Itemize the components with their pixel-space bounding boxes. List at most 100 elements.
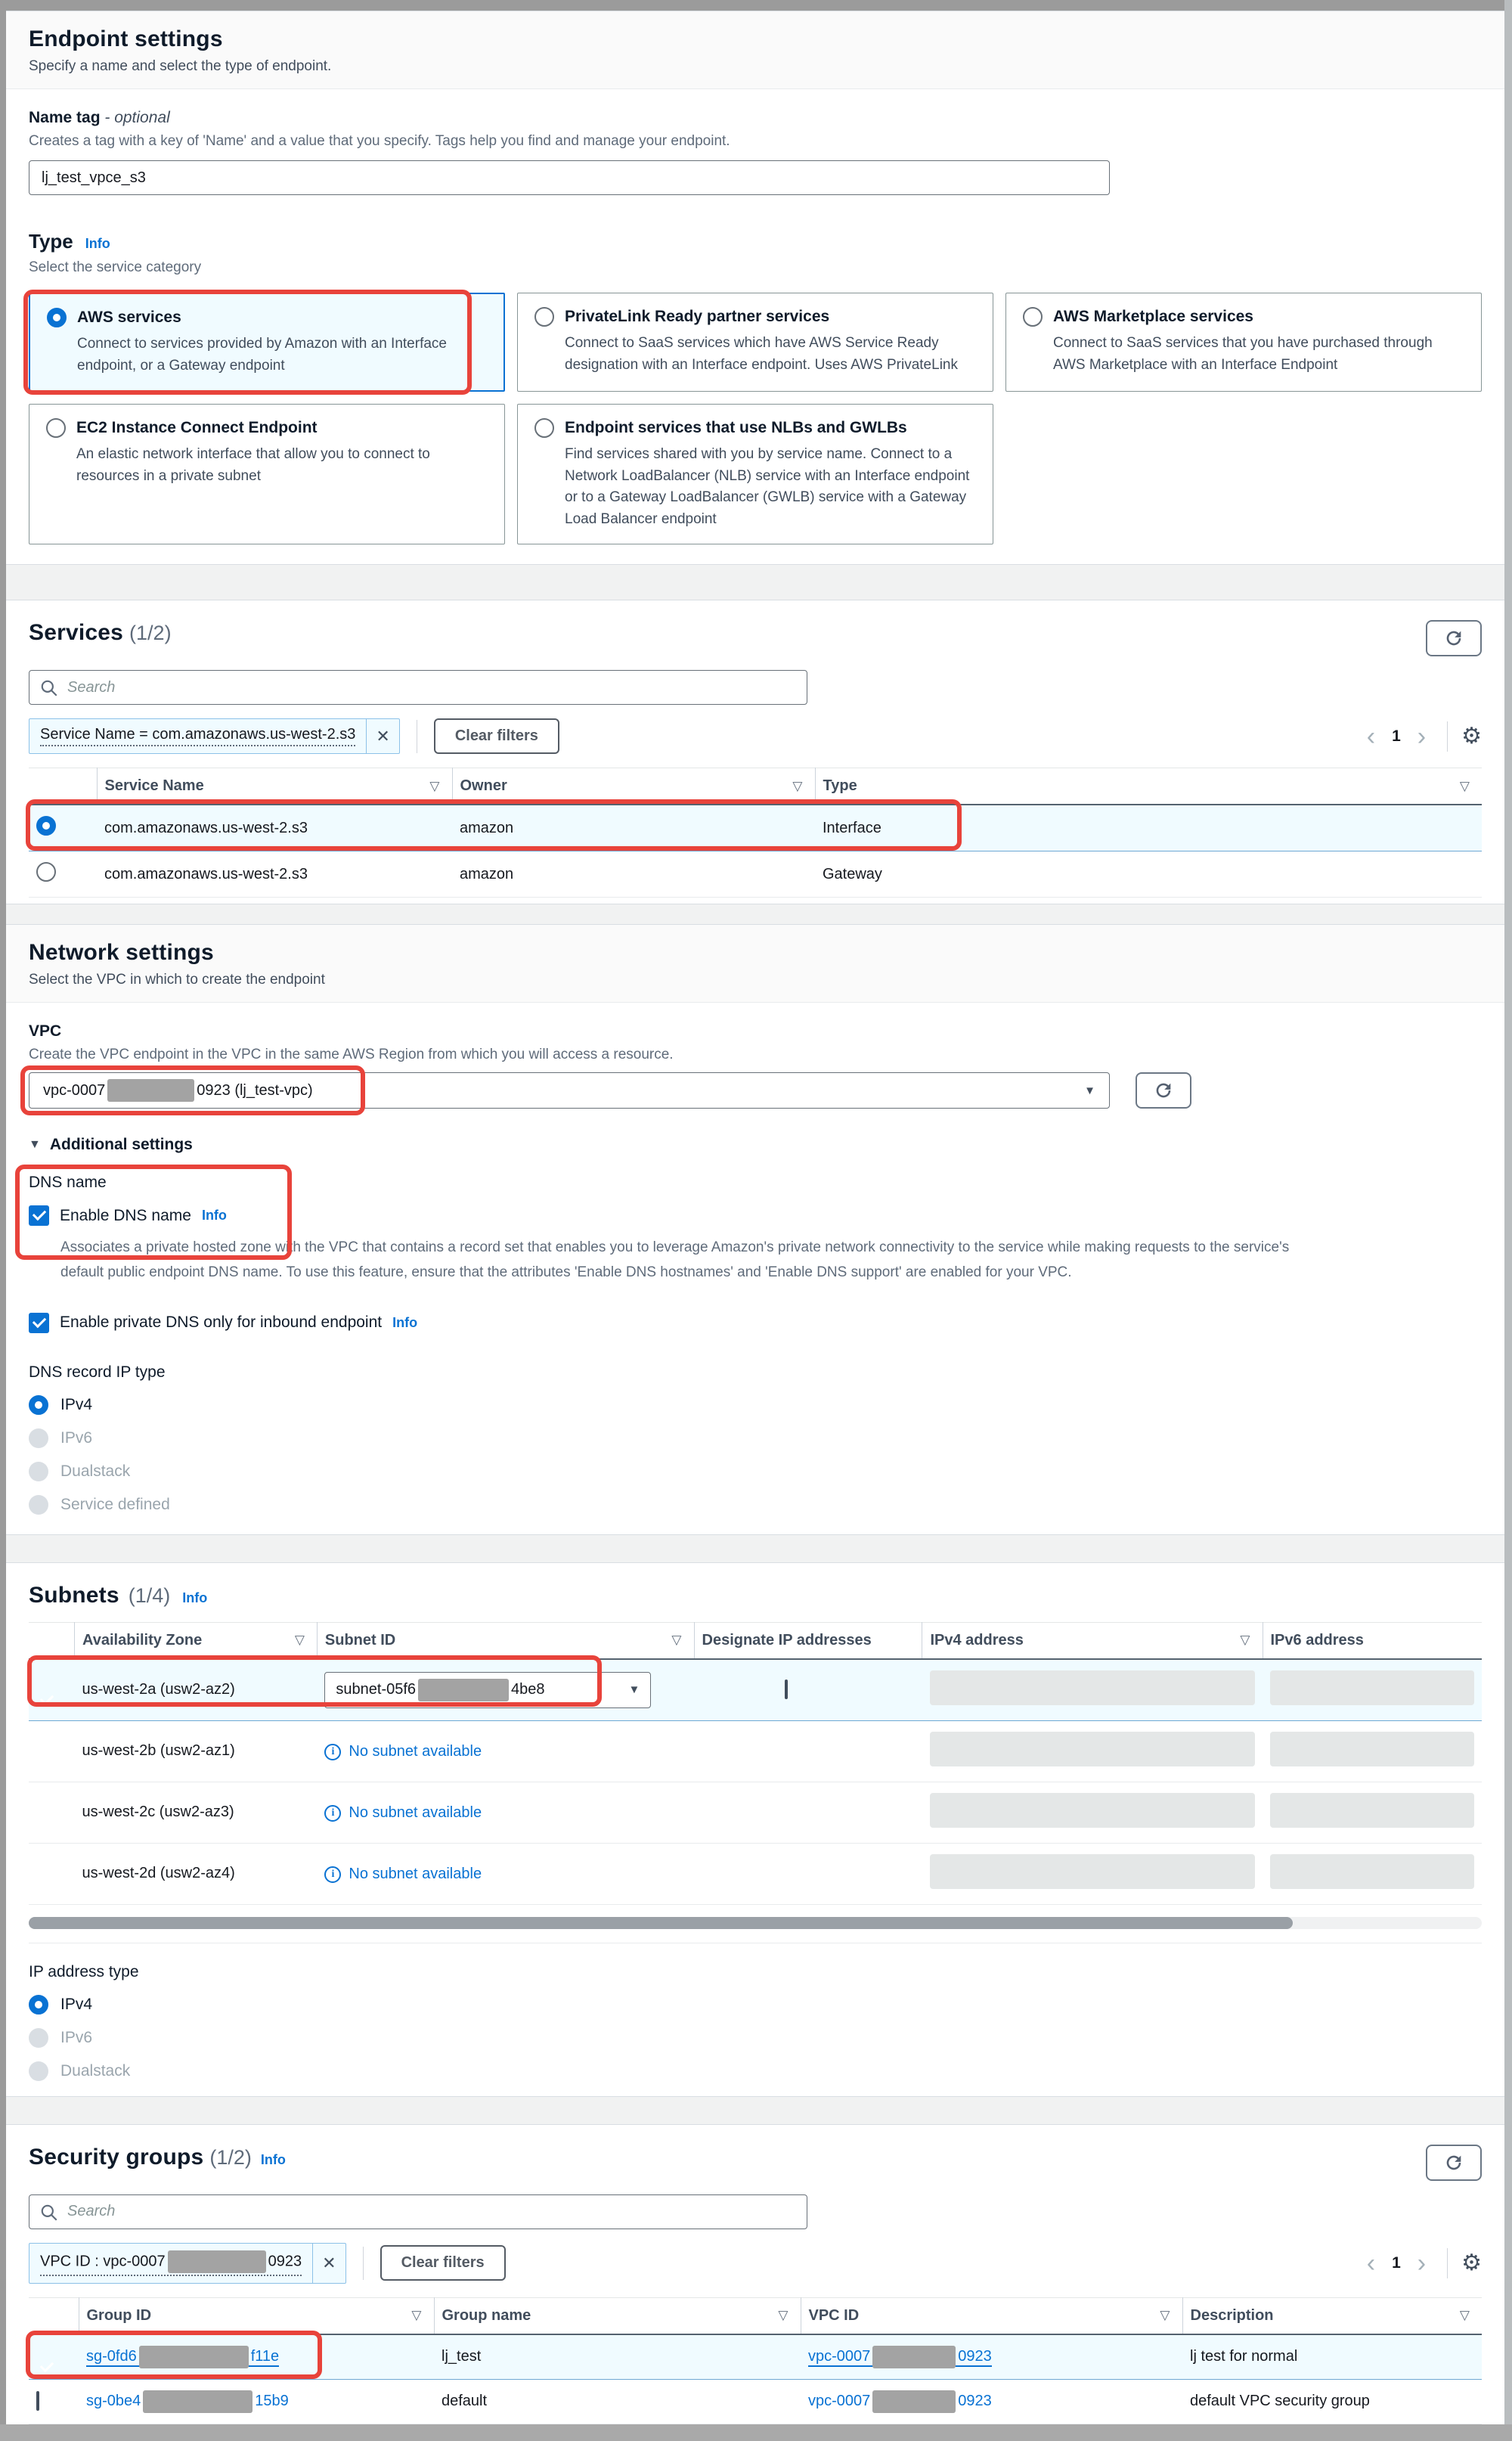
services-table: Service Name▽ Owner▽ Type▽ com.amazonaws…: [29, 768, 1482, 898]
col-designate-ip: Designate IP addresses: [702, 1632, 872, 1649]
info-circle-icon: i: [324, 1744, 341, 1760]
sort-vpc-id-icon[interactable]: ▽: [1160, 2308, 1174, 2323]
designate-ip-checkbox[interactable]: [785, 1680, 788, 1699]
ipv4-disabled-field: [930, 1793, 1255, 1828]
subnet-row-us-west-2c: us-west-2c (usw2-az3) iNo subnet availab…: [29, 1782, 1482, 1843]
security-groups-search-input[interactable]: [29, 2194, 807, 2229]
security-groups-info-link[interactable]: Info: [261, 2152, 286, 2168]
sort-type-icon[interactable]: ▽: [1460, 779, 1474, 794]
radio-icon[interactable]: [534, 307, 554, 327]
sort-ipv4-icon[interactable]: ▽: [1240, 1633, 1254, 1648]
type-option-ec2-instance-connect[interactable]: EC2 Instance Connect Endpoint An elastic…: [29, 404, 505, 544]
radio-icon[interactable]: [46, 418, 66, 438]
type-option-nlb-gwlb[interactable]: Endpoint services that use NLBs and GWLB…: [517, 404, 993, 544]
sg-row-default[interactable]: sg-0be415b9 default vpc-00070923 default…: [29, 2379, 1482, 2424]
sort-group-name-icon[interactable]: ▽: [778, 2308, 792, 2323]
name-tag-input[interactable]: [29, 160, 1110, 195]
name-tag-description: Creates a tag with a key of 'Name' and a…: [29, 133, 1482, 150]
sort-owner-icon[interactable]: ▽: [792, 779, 807, 794]
type-option-aws-services[interactable]: AWS services Connect to services provide…: [29, 293, 505, 392]
radio-selected-icon[interactable]: [47, 308, 67, 327]
ipv6-disabled-field: [1270, 1670, 1474, 1705]
chevron-down-icon: ▼: [1084, 1084, 1095, 1097]
scrollbar-thumb[interactable]: [29, 1917, 1293, 1929]
row-radio-selected[interactable]: [36, 816, 56, 836]
info-circle-icon: i: [324, 1805, 341, 1822]
private-dns-inbound-checkbox[interactable]: [29, 1313, 49, 1333]
col-description: Description: [1191, 2307, 1274, 2325]
sort-description-icon[interactable]: ▽: [1460, 2308, 1474, 2323]
table-settings-gear-icon[interactable]: ⚙: [1461, 2250, 1482, 2276]
page-title: Endpoint settings: [29, 26, 1482, 52]
redaction-blob: [168, 2250, 266, 2273]
info-circle-icon: i: [324, 1866, 341, 1883]
enable-dns-info-link[interactable]: Info: [202, 1208, 227, 1224]
endpoint-settings-header: Endpoint settings Specify a name and sel…: [6, 11, 1504, 89]
redaction-blob: [418, 1679, 509, 1701]
private-dns-info-link[interactable]: Info: [392, 1315, 417, 1331]
no-subnet-available-link[interactable]: iNo subnet available: [324, 1804, 482, 1822]
additional-settings-expander[interactable]: ▼ Additional settings: [29, 1136, 1482, 1154]
redaction-blob: [872, 2346, 956, 2368]
dns-ip-ipv4-radio[interactable]: [29, 1395, 48, 1415]
subnets-info-link[interactable]: Info: [182, 1590, 207, 1606]
services-search-input[interactable]: [29, 670, 807, 705]
services-clear-filters-button[interactable]: Clear filters: [434, 718, 559, 754]
subnets-card: Subnets(1/4) Info Availability Zone▽ Sub…: [6, 1562, 1504, 2097]
services-refresh-button[interactable]: [1426, 620, 1482, 656]
ipv4-disabled-field: [930, 1732, 1255, 1766]
radio-icon[interactable]: [534, 418, 554, 438]
sg-row-lj-test[interactable]: sg-0fd6f11e lj_test vpc-00070923 lj test…: [29, 2334, 1482, 2380]
sort-az-icon[interactable]: ▽: [295, 1633, 309, 1648]
remove-filter-icon[interactable]: ✕: [366, 719, 398, 753]
subnet-id-select[interactable]: subnet-05f64be8▼: [324, 1672, 651, 1708]
sg-id-link[interactable]: sg-0be415b9: [86, 2393, 289, 2409]
ipv4-disabled-field: [930, 1670, 1255, 1705]
col-ipv4-address: IPv4 address: [930, 1632, 1023, 1649]
ip-type-ipv4-radio[interactable]: [29, 1995, 48, 2015]
sort-service-name-icon[interactable]: ▽: [429, 779, 444, 794]
prev-page-icon[interactable]: ‹: [1359, 724, 1383, 749]
services-card: Services(1/2) Service Name = com.amazona…: [6, 600, 1504, 904]
type-option-marketplace[interactable]: AWS Marketplace services Connect to SaaS…: [1005, 293, 1482, 392]
no-subnet-available-link[interactable]: iNo subnet available: [324, 1743, 482, 1760]
sg-id-link[interactable]: sg-0fd6f11e: [86, 2348, 279, 2367]
dns-ip-service-defined-radio: [29, 1495, 48, 1515]
vpc-id-link[interactable]: vpc-00070923: [808, 2393, 992, 2409]
radio-icon[interactable]: [1023, 307, 1043, 327]
sort-subnet-id-icon[interactable]: ▽: [671, 1633, 686, 1648]
name-tag-label: Name tag - optional: [29, 109, 1482, 127]
subnet-row-us-west-2a[interactable]: us-west-2a (usw2-az2) subnet-05f64be8▼: [29, 1659, 1482, 1721]
service-row-interface[interactable]: com.amazonaws.us-west-2.s3 amazon Interf…: [29, 805, 1482, 851]
dns-ip-ipv6-radio: [29, 1428, 48, 1448]
security-groups-filter-chip: VPC ID : vpc-00070923 ✕: [29, 2243, 346, 2284]
remove-filter-icon[interactable]: ✕: [312, 2244, 345, 2283]
vpc-id-link[interactable]: vpc-00070923: [808, 2348, 992, 2367]
vpc-select[interactable]: vpc-00070923 (lj_test-vpc) ▼: [29, 1072, 1110, 1109]
page-number[interactable]: 1: [1386, 727, 1407, 746]
type-option-privatelink-partner[interactable]: PrivateLink Ready partner services Conne…: [517, 293, 993, 392]
type-info-link[interactable]: Info: [85, 236, 110, 252]
next-page-icon[interactable]: ›: [1410, 724, 1433, 749]
no-subnet-available-link[interactable]: iNo subnet available: [324, 1866, 482, 1883]
col-subnet-id: Subnet ID: [325, 1632, 395, 1649]
sg-clear-filters-button[interactable]: Clear filters: [380, 2245, 506, 2281]
page-horizontal-scrollbar[interactable]: [0, 2424, 1512, 2441]
expander-triangle-icon: ▼: [29, 1138, 41, 1152]
enable-dns-checkbox[interactable]: [29, 1205, 49, 1226]
security-groups-refresh-button[interactable]: [1426, 2145, 1482, 2181]
row-radio[interactable]: [36, 862, 56, 882]
vpc-refresh-button[interactable]: [1136, 1072, 1191, 1109]
prev-page-icon[interactable]: ‹: [1359, 2250, 1383, 2276]
service-row-gateway[interactable]: com.amazonaws.us-west-2.s3 amazon Gatewa…: [29, 851, 1482, 898]
page-vertical-scrollbar[interactable]: [1504, 0, 1512, 2441]
redaction-blob: [107, 1079, 194, 1102]
page-number[interactable]: 1: [1386, 2254, 1407, 2272]
sg-checkbox[interactable]: [36, 2391, 39, 2411]
sort-group-id-icon[interactable]: ▽: [411, 2308, 426, 2323]
network-settings-card: Network settings Select the VPC in which…: [6, 924, 1504, 1535]
ip-type-dualstack-radio: [29, 2061, 48, 2081]
table-settings-gear-icon[interactable]: ⚙: [1461, 723, 1482, 749]
next-page-icon[interactable]: ›: [1410, 2250, 1433, 2276]
search-icon: [39, 678, 59, 698]
